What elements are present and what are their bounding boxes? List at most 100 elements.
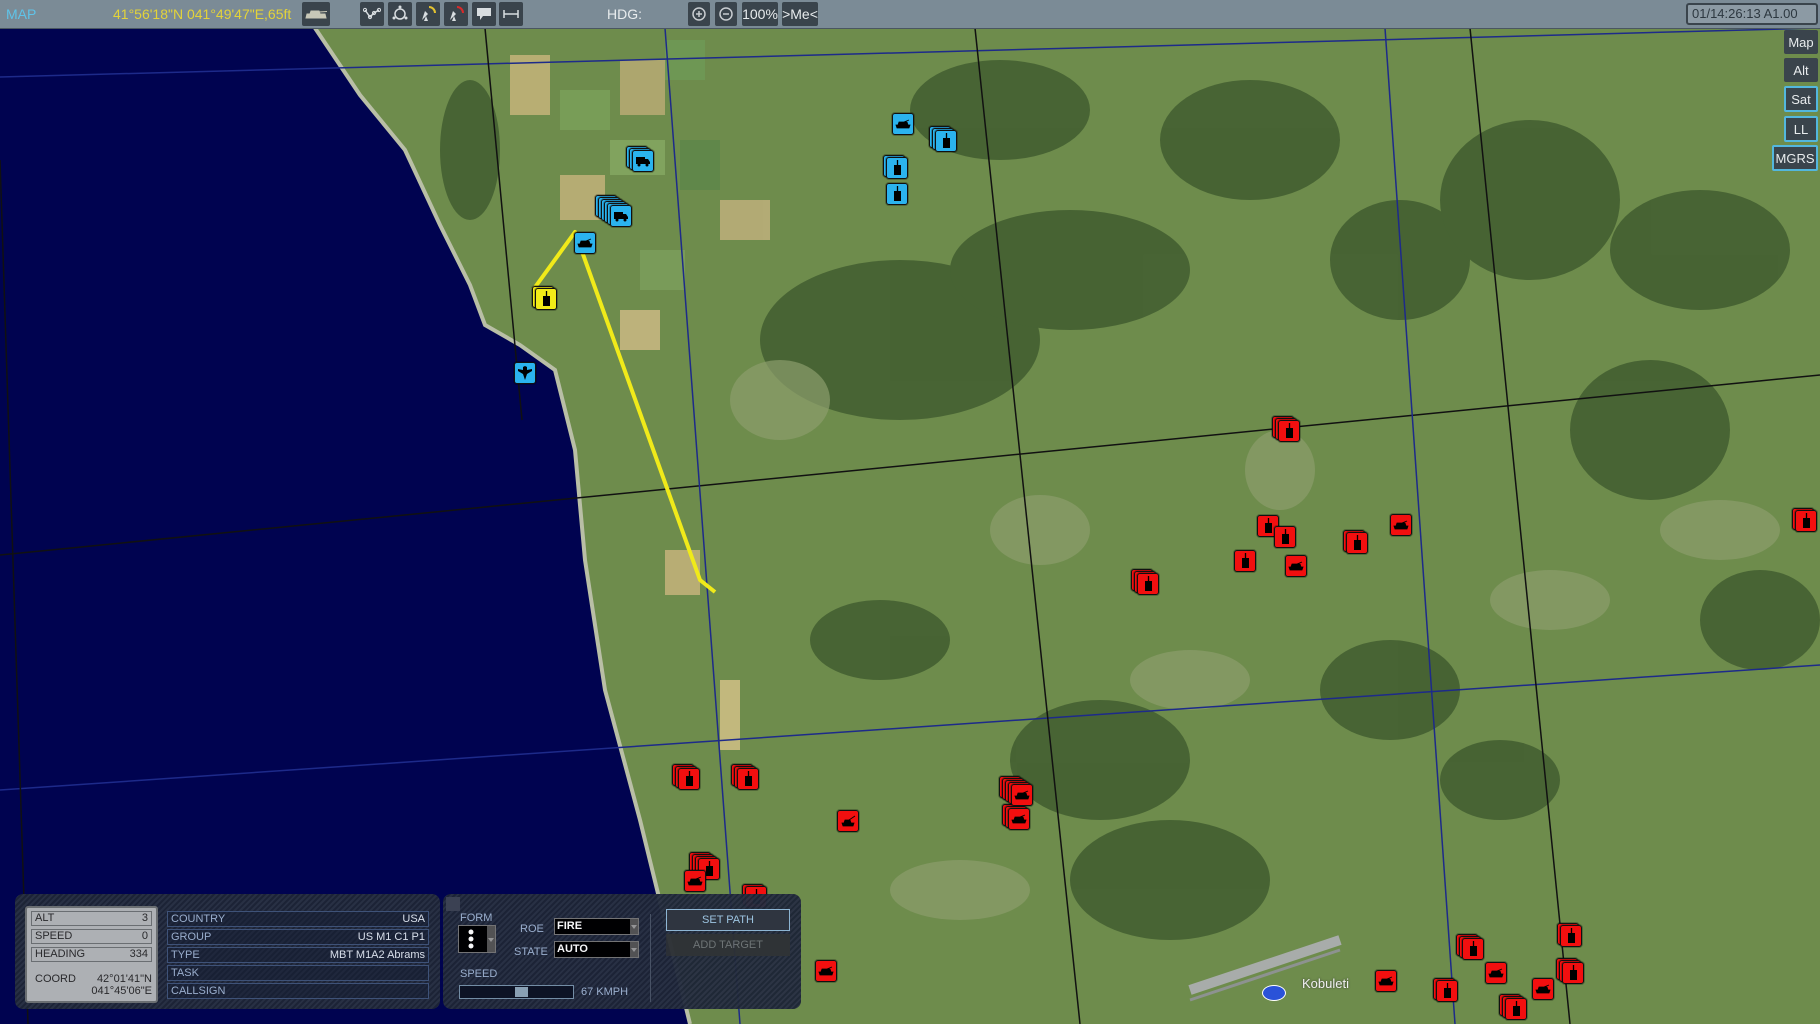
unit-card — [1505, 998, 1527, 1020]
enemy-unit-apc[interactable] — [1532, 978, 1554, 1000]
enemy-unit-tank[interactable] — [1557, 923, 1582, 947]
radar-enemy-button[interactable] — [444, 2, 468, 26]
enemy-unit-tank[interactable] — [731, 764, 759, 790]
layer-button-ll[interactable]: LL — [1784, 116, 1818, 142]
tank-icon — [1470, 941, 1477, 956]
truck-icon — [636, 157, 650, 167]
unit-card — [1462, 938, 1484, 960]
tank-icon — [1570, 965, 1577, 980]
formation-select[interactable] — [458, 925, 496, 953]
enemy-unit-tank[interactable] — [1499, 994, 1527, 1020]
enemy-unit-tank[interactable] — [1131, 569, 1159, 595]
layer-button-map[interactable]: Map — [1784, 30, 1818, 54]
add-target-button[interactable]: ADD TARGET — [666, 934, 790, 956]
stat-label: SPEED — [35, 930, 73, 942]
map-terrain — [0, 26, 1820, 1024]
comms-button[interactable] — [472, 2, 496, 26]
mode-label: MAP — [6, 6, 37, 22]
friendly-unit-truck[interactable] — [595, 195, 632, 227]
apc-icon — [1393, 520, 1409, 530]
unit-card — [684, 870, 706, 892]
divider — [650, 914, 651, 1002]
target-tool-button[interactable] — [388, 2, 412, 26]
unit-card — [1285, 555, 1307, 577]
friendly-unit-tank[interactable] — [883, 155, 908, 179]
enemy-unit-apc[interactable] — [1390, 514, 1412, 536]
zoom-level[interactable]: 100% — [742, 2, 778, 26]
enemy-unit-apc[interactable] — [1485, 962, 1507, 984]
enemy-unit-apc[interactable] — [999, 776, 1033, 806]
unit-card — [1436, 980, 1458, 1002]
unit-info-panel: ALT 3 SPEED 0 HEADING 334 COORD 42°01'41"N … — [15, 894, 440, 1009]
enemy-unit-tank[interactable] — [1274, 526, 1296, 548]
apc-icon — [1014, 790, 1030, 800]
roe-dropdown[interactable]: FIRE — [554, 918, 639, 935]
airfield-icon[interactable] — [1262, 985, 1286, 1001]
enemy-unit-tank[interactable] — [1792, 508, 1817, 532]
attr-value: MBT M1A2 Abrams — [329, 949, 425, 961]
enemy-unit-tank[interactable] — [1343, 530, 1368, 554]
unit-card — [1008, 808, 1030, 830]
friendly-unit-aircraft[interactable] — [514, 362, 536, 384]
layer-button-mgrs[interactable]: MGRS — [1772, 145, 1818, 171]
tank-icon — [1568, 928, 1575, 943]
attr-value: US M1 C1 P1 — [357, 931, 425, 943]
aircraft-icon — [518, 366, 532, 380]
unit-card — [892, 113, 914, 135]
enemy-unit-apc[interactable] — [815, 960, 837, 982]
enemy-unit-tank[interactable] — [1556, 958, 1584, 984]
tank-icon — [1354, 535, 1361, 550]
roe-label: ROE — [520, 923, 544, 935]
friendly-unit-tank[interactable] — [886, 183, 908, 205]
enemy-unit-apc[interactable] — [1285, 555, 1307, 577]
speed-value: 67 KMPH — [581, 986, 629, 998]
apc-icon — [1378, 976, 1394, 986]
unit-card — [632, 150, 654, 172]
friendly-unit-apc[interactable] — [574, 232, 596, 254]
chat-icon — [477, 8, 491, 20]
zoom-in-icon — [692, 7, 706, 21]
enemy-unit-tank[interactable] — [1234, 550, 1256, 572]
selected-unit-tank[interactable] — [532, 286, 557, 310]
radar-friendly-button[interactable] — [416, 2, 440, 26]
unit-card — [1560, 925, 1582, 947]
state-dropdown[interactable]: AUTO — [554, 941, 639, 958]
layer-button-alt[interactable]: Alt — [1784, 58, 1818, 82]
zoom-in-button[interactable] — [688, 2, 710, 26]
stat-value: 334 — [129, 948, 148, 960]
enemy-unit-apc[interactable] — [1002, 804, 1030, 830]
collapse-panel-button[interactable] — [446, 897, 460, 911]
unit-card — [837, 810, 859, 832]
enemy-unit-tank[interactable] — [1456, 934, 1484, 960]
attr-label: TASK — [171, 967, 199, 979]
enemy-unit-tank[interactable] — [672, 764, 700, 790]
unit-card — [1346, 532, 1368, 554]
friendly-unit-tank[interactable] — [929, 126, 957, 152]
layer-button-sat[interactable]: Sat — [1784, 86, 1818, 112]
speed-slider-thumb[interactable] — [515, 987, 528, 997]
speed-slider[interactable] — [459, 985, 574, 999]
zoom-out-button[interactable] — [715, 2, 737, 26]
ruler-button[interactable] — [499, 2, 523, 26]
tactical-map[interactable]: Kobuleti — [0, 0, 1820, 1024]
unit-card — [935, 130, 957, 152]
unit-type-button[interactable] — [302, 2, 330, 26]
radar-icon — [422, 6, 436, 21]
enemy-unit-artillery[interactable] — [837, 810, 859, 832]
stat-value: 3 — [141, 912, 148, 924]
path-icon — [363, 7, 381, 20]
heading-label: HDG: — [607, 6, 642, 22]
attr-task: TASK — [167, 965, 429, 981]
center-on-me-button[interactable]: >Me< — [782, 2, 818, 26]
attr-callsign: CALLSIGN — [167, 983, 429, 999]
enemy-unit-apc[interactable] — [684, 870, 706, 892]
truck-icon — [614, 212, 628, 222]
path-tool-button[interactable] — [360, 2, 384, 26]
enemy-unit-apc[interactable] — [1375, 970, 1397, 992]
enemy-unit-tank[interactable] — [1272, 416, 1300, 442]
set-path-button[interactable]: SET PATH — [666, 909, 790, 931]
friendly-unit-truck[interactable] — [626, 146, 654, 172]
apc-icon — [687, 876, 703, 886]
friendly-unit-apc[interactable] — [892, 113, 914, 135]
enemy-unit-tank[interactable] — [1433, 978, 1458, 1002]
